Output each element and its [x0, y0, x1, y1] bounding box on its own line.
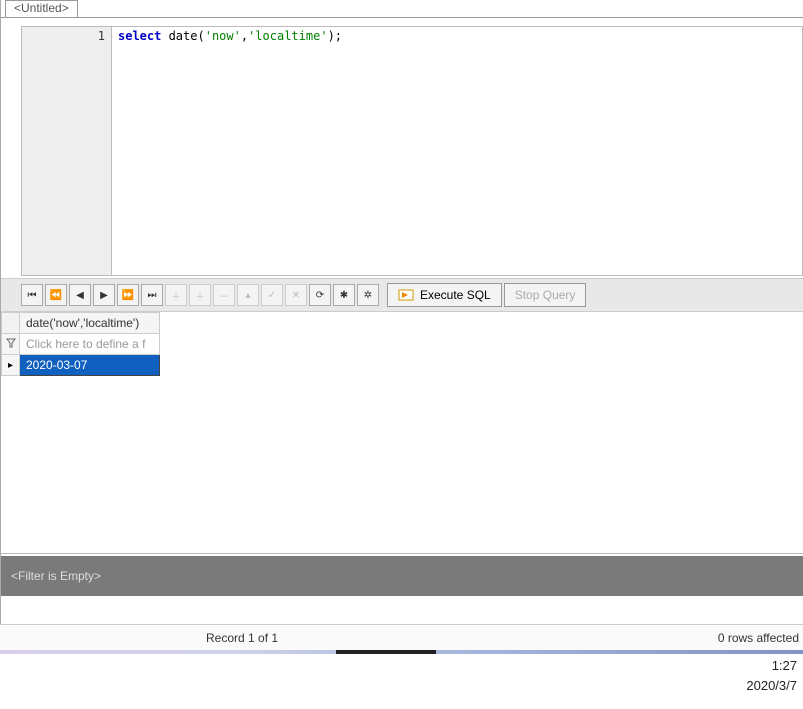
filter-status-text: <Filter is Empty>: [11, 569, 101, 583]
status-bar: Record 1 of 1 0 rows affected: [0, 624, 803, 650]
clock-date: 2020/3/7: [746, 676, 797, 696]
prev-page-button[interactable]: ⏪: [45, 284, 67, 306]
column-header[interactable]: date('now','localtime'): [20, 313, 160, 334]
data-cell[interactable]: 2020-03-07: [20, 355, 160, 376]
rows-affected-status: 0 rows affected: [718, 631, 803, 645]
row-indicator: ▸: [2, 355, 20, 376]
filter-row-indicator: [2, 334, 20, 355]
prev-record-button[interactable]: ◀: [69, 284, 91, 306]
sql-editor[interactable]: 1 select date('now','localtime');: [1, 18, 803, 276]
cancel-edit-button: ✕: [285, 284, 307, 306]
next-record-button[interactable]: ▶: [93, 284, 115, 306]
stop-query-label: Stop Query: [515, 288, 576, 302]
code-area[interactable]: select date('now','localtime');: [111, 26, 803, 276]
results-grid[interactable]: date('now','localtime') Click here to de…: [1, 312, 803, 554]
next-page-button[interactable]: ⏩: [117, 284, 139, 306]
grid-corner: [2, 313, 20, 334]
last-record-button[interactable]: ⏭: [141, 284, 163, 306]
append-record-button: ＋: [189, 284, 211, 306]
post-edit-button: ✓: [261, 284, 283, 306]
stop-query-button: Stop Query: [504, 283, 587, 307]
toolbar: ⏮ ⏪ ◀ ▶ ⏩ ⏭ ＋ ＋ － ▴ ✓ ✕ ⟳ ✱ ✲ Execute SQ…: [1, 278, 803, 312]
insert-record-button: ＋: [165, 284, 187, 306]
tab-untitled[interactable]: <Untitled>: [5, 0, 78, 17]
system-clock[interactable]: 1:27 2020/3/7: [746, 656, 797, 695]
line-gutter: 1: [21, 26, 111, 276]
execute-icon: [398, 288, 414, 302]
edit-record-button: ▴: [237, 284, 259, 306]
record-status: Record 1 of 1: [200, 631, 278, 645]
refresh-button[interactable]: ⟳: [309, 284, 331, 306]
tab-bar: <Untitled>: [1, 0, 803, 18]
filter-cell[interactable]: Click here to define a f: [20, 334, 160, 355]
execute-sql-button[interactable]: Execute SQL: [387, 283, 502, 307]
filter-status-bar[interactable]: <Filter is Empty>: [1, 556, 803, 596]
clock-time: 1:27: [746, 656, 797, 676]
goto-bookmark-button[interactable]: ✲: [357, 284, 379, 306]
bookmark-button[interactable]: ✱: [333, 284, 355, 306]
delete-record-button: －: [213, 284, 235, 306]
first-record-button[interactable]: ⏮: [21, 284, 43, 306]
os-taskbar-active: [336, 650, 436, 654]
execute-sql-label: Execute SQL: [420, 288, 491, 302]
